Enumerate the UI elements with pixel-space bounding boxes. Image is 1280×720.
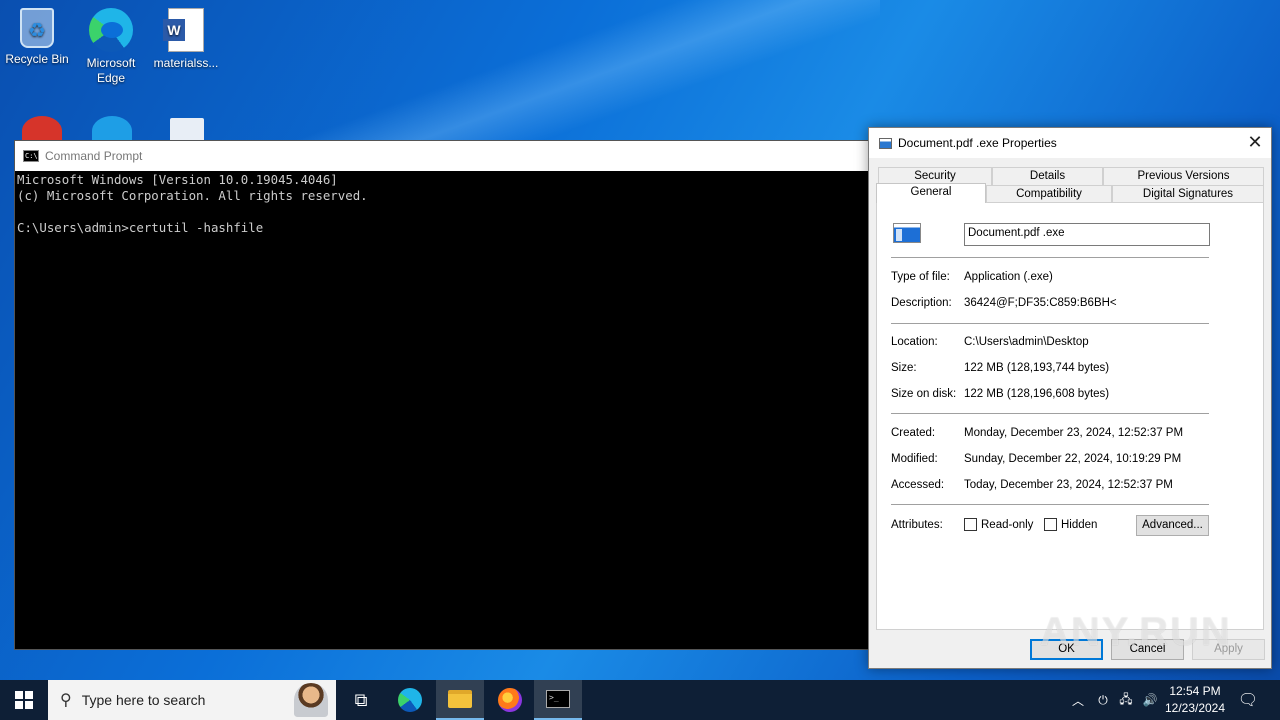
search-placeholder: Type here to search xyxy=(81,692,206,708)
close-icon[interactable]: ✕ xyxy=(1245,132,1265,152)
size-value: 122 MB (128,193,744 bytes) xyxy=(964,362,1110,374)
dialog-title: Document.pdf .exe Properties xyxy=(898,136,1057,150)
task-view-icon: ⧉ xyxy=(354,689,368,710)
edge-icon xyxy=(89,8,133,52)
location-label: Location: xyxy=(891,336,938,348)
desktop-icon-edge[interactable]: Microsoft Edge xyxy=(75,8,147,86)
taskbar-file-explorer[interactable] xyxy=(436,680,484,720)
folder-icon xyxy=(448,690,472,708)
tray-volume-icon[interactable]: 🔊 xyxy=(1140,680,1160,720)
taskbar-edge[interactable] xyxy=(386,680,434,720)
dialog-title-bar[interactable]: Document.pdf .exe Properties ✕ xyxy=(869,128,1271,158)
desktop-icon-word-doc[interactable]: materialss... xyxy=(150,8,222,71)
apply-button[interactable]: Apply xyxy=(1192,639,1265,660)
modified-label: Modified: xyxy=(891,453,938,465)
divider xyxy=(891,257,1209,258)
desktop-icon-recycle-bin[interactable]: Recycle Bin xyxy=(1,8,73,67)
advanced-button[interactable]: Advanced... xyxy=(1136,515,1209,536)
edge-icon xyxy=(398,688,422,712)
readonly-checkbox[interactable]: Read-only xyxy=(964,518,1033,531)
notification-icon: 🗨 xyxy=(1237,692,1259,709)
cmd-console-output[interactable]: Microsoft Windows [Version 10.0.19045.40… xyxy=(15,171,869,237)
search-highlight-image xyxy=(294,683,328,717)
taskbar-search-box[interactable]: ⚲ Type here to search xyxy=(48,680,336,720)
tray-device-icon[interactable]: ⏻ xyxy=(1094,680,1112,720)
cmd-title-bar[interactable]: C:\ Command Prompt xyxy=(15,141,869,171)
desktop-icon-label: Recycle Bin xyxy=(5,52,69,66)
recycle-bin-icon xyxy=(20,8,54,48)
created-value: Monday, December 23, 2024, 12:52:37 PM xyxy=(964,427,1184,439)
type-value: Application (.exe) xyxy=(964,271,1053,283)
created-label: Created: xyxy=(891,427,936,439)
taskbar-firefox[interactable] xyxy=(486,680,534,720)
filename-input[interactable]: Document.pdf .exe xyxy=(964,223,1210,246)
tab-compatibility[interactable]: Compatibility xyxy=(986,185,1112,203)
divider xyxy=(891,323,1209,324)
clock-time: 12:54 PM xyxy=(1169,684,1221,698)
size-on-disk-value: 122 MB (128,196,608 bytes) xyxy=(964,388,1110,400)
divider xyxy=(891,504,1209,505)
description-value: 36424@F;DF35:C859:B6BH< xyxy=(964,297,1117,309)
console-line: (c) Microsoft Corporation. All rights re… xyxy=(17,188,368,203)
checkbox-box[interactable] xyxy=(964,518,977,531)
general-panel: Document.pdf .exe Type of file: Applicat… xyxy=(876,202,1264,630)
taskbar: ⚲ Type here to search ⧉ >_ ︿ ⏻ 🖧 🔊 12:54… xyxy=(0,680,1280,720)
size-on-disk-label: Size on disk: xyxy=(891,388,957,400)
divider xyxy=(891,413,1209,414)
command-prompt-window[interactable]: C:\ Command Prompt Microsoft Windows [Ve… xyxy=(14,140,870,650)
accessed-label: Accessed: xyxy=(891,479,945,491)
ok-button[interactable]: OK xyxy=(1030,639,1103,660)
cmd-icon: >_ xyxy=(546,690,570,708)
tab-general[interactable]: General xyxy=(876,183,986,203)
description-label: Description: xyxy=(891,297,952,309)
tab-digital-signatures[interactable]: Digital Signatures xyxy=(1112,185,1264,203)
chevron-up-icon: ︿ xyxy=(1071,693,1084,708)
show-hidden-icons-button[interactable]: ︿ xyxy=(1068,680,1088,720)
clock-date: 12/23/2024 xyxy=(1164,701,1226,715)
type-label: Type of file: xyxy=(891,271,950,283)
usb-device-icon: ⏻ xyxy=(1098,692,1108,707)
checkbox-box[interactable] xyxy=(1044,518,1057,531)
location-value: C:\Users\admin\Desktop xyxy=(964,336,1089,348)
tray-network-icon[interactable]: 🖧 xyxy=(1116,680,1136,720)
size-label: Size: xyxy=(891,362,917,374)
speaker-icon: 🔊 xyxy=(1142,693,1158,707)
taskbar-command-prompt[interactable]: >_ xyxy=(534,680,582,720)
task-view-button[interactable]: ⧉ xyxy=(338,680,384,720)
console-line: Microsoft Windows [Version 10.0.19045.40… xyxy=(17,172,338,187)
search-icon: ⚲ xyxy=(60,692,72,709)
taskbar-clock[interactable]: 12:54 PM 12/23/2024 xyxy=(1160,683,1230,717)
notifications-button[interactable]: 🗨 xyxy=(1234,680,1262,720)
network-icon: 🖧 xyxy=(1119,691,1133,706)
hidden-checkbox[interactable]: Hidden xyxy=(1044,518,1097,531)
readonly-label: Read-only xyxy=(981,518,1034,531)
windows-logo-icon xyxy=(15,691,33,709)
start-button[interactable] xyxy=(0,680,48,720)
cmd-title: Command Prompt xyxy=(45,149,143,163)
accessed-value: Today, December 23, 2024, 12:52:37 PM xyxy=(964,479,1173,491)
cmd-icon: C:\ xyxy=(23,150,39,162)
attributes-label: Attributes: xyxy=(891,519,943,531)
file-icon xyxy=(879,137,892,149)
properties-dialog[interactable]: Document.pdf .exe Properties ✕ Security … xyxy=(868,127,1272,669)
modified-value: Sunday, December 22, 2024, 10:19:29 PM xyxy=(964,453,1182,465)
cancel-button[interactable]: Cancel xyxy=(1111,639,1184,660)
hidden-label: Hidden xyxy=(1061,518,1098,531)
tab-previous-versions[interactable]: Previous Versions xyxy=(1103,167,1264,185)
firefox-icon xyxy=(498,688,522,712)
desktop-icon-label: materialss... xyxy=(153,56,219,70)
console-line: C:\Users\admin>certutil -hashfile xyxy=(17,220,264,235)
application-icon xyxy=(893,223,921,243)
word-document-icon xyxy=(163,8,204,52)
desktop-icon-label: Microsoft Edge xyxy=(86,56,136,85)
tab-details[interactable]: Details xyxy=(992,167,1103,185)
